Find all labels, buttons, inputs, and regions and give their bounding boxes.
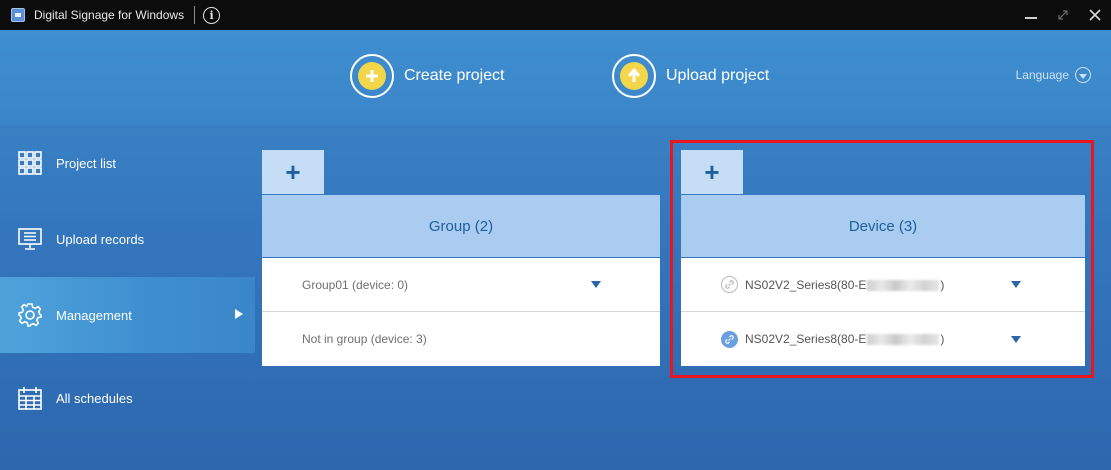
group-row-label: Not in group (device: 3) [302,332,427,346]
calendar-icon [18,387,42,410]
sidebar-item-label: Management [56,307,132,323]
sidebar: Project list Upload records Management A… [0,125,255,470]
device-panel-header: Device (3) [681,195,1085,257]
active-arrow-icon [235,309,243,319]
upload-project-icon [612,54,656,98]
title-bar: Digital Signage for Windows i [0,0,1111,30]
link-icon [721,276,738,293]
create-project-label: Create project [404,67,505,84]
monitor-list-icon [18,228,42,250]
create-project-button[interactable]: Create project [350,54,505,98]
group-count-label: Group (2) [428,217,494,235]
close-icon[interactable] [1079,0,1111,30]
chevron-down-icon[interactable] [591,281,601,288]
window-title: Digital Signage for Windows [34,8,185,22]
app-icon [11,8,25,22]
header-bar: Create project Upload project Language [0,30,1111,125]
link-icon [721,330,738,348]
language-selector[interactable]: Language [1016,67,1091,83]
sidebar-item-label: Upload records [56,231,145,247]
group-row[interactable]: Not in group (device: 3) [262,312,660,366]
group-row[interactable]: Group01 (device: 0) [262,258,660,312]
info-icon[interactable]: i [203,6,221,24]
app-body: Create project Upload project Language P… [0,30,1111,470]
device-row[interactable]: NS02V2_Series8(80-E) [681,258,1085,312]
sidebar-item-label: Project list [56,155,116,171]
window-controls [1015,0,1111,30]
chevron-down-icon[interactable] [1011,281,1021,288]
create-project-icon [350,54,394,98]
plus-icon: + [704,156,720,187]
device-name: NS02V2_Series8(80-E) [745,277,945,292]
minimize-icon[interactable] [1015,0,1047,30]
chevron-down-icon [1075,67,1091,83]
plus-icon: + [285,156,301,187]
sidebar-item-label: All schedules [56,390,133,406]
redacted-mac-address [867,334,940,346]
title-separator [194,6,196,24]
language-label: Language [1015,68,1069,82]
add-group-button[interactable]: + [262,150,324,194]
add-device-button[interactable]: + [681,150,743,194]
sidebar-item-upload-records[interactable]: Upload records [0,201,255,277]
chevron-down-icon[interactable] [1011,335,1021,343]
device-name: NS02V2_Series8(80-E) [745,332,945,346]
sidebar-item-management[interactable]: Management [0,277,255,353]
group-row-label: Group01 (device: 0) [302,277,409,292]
gear-icon [18,303,42,327]
sidebar-item-all-schedules[interactable]: All schedules [0,353,255,443]
redacted-mac-address [867,279,940,291]
sidebar-item-project-list[interactable]: Project list [0,125,255,201]
device-count-label: Device (3) [848,217,918,235]
upload-project-label: Upload project [666,67,770,84]
group-panel-header: Group (2) [262,195,660,257]
grid-icon [18,151,42,175]
upload-project-button[interactable]: Upload project [612,54,769,98]
maximize-icon[interactable] [1047,0,1079,30]
device-row[interactable]: NS02V2_Series8(80-E) [681,312,1085,366]
